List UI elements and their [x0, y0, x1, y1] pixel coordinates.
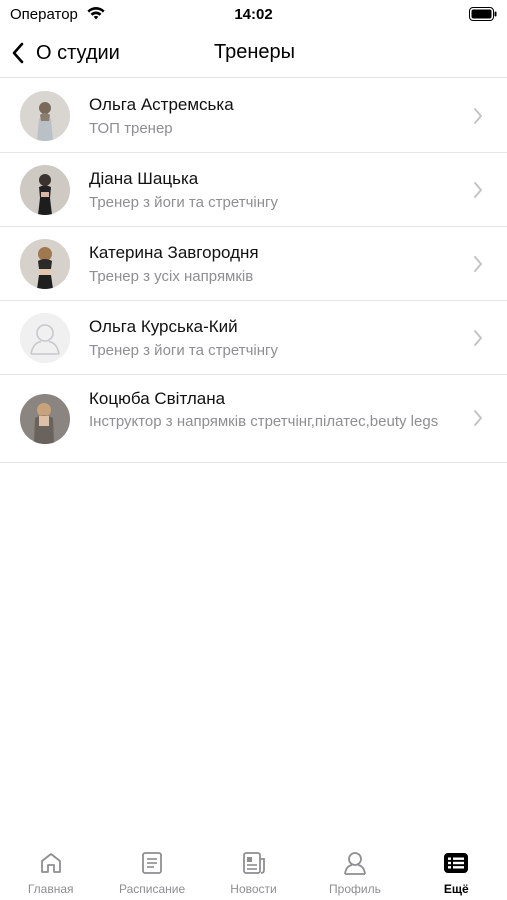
- tab-home[interactable]: Главная: [0, 840, 101, 900]
- trainer-avatar: [20, 394, 70, 444]
- chevron-right-icon: [474, 256, 482, 272]
- trainer-role: Тренер з йоги та стретчінгу: [89, 342, 278, 359]
- tab-label: Профиль: [329, 882, 381, 896]
- trainer-row[interactable]: Ольга Астремська ТОП тренер: [0, 79, 507, 153]
- chevron-right-icon: [474, 410, 482, 426]
- status-bar: Оператор 14:02: [0, 0, 507, 28]
- more-list-icon: [444, 853, 469, 873]
- tab-more[interactable]: Ещё: [406, 840, 507, 900]
- page-title: Тренеры: [213, 41, 295, 63]
- tab-bar: Главная Расписание Новости Профиль Ещё: [0, 840, 507, 900]
- chevron-right-icon: [474, 330, 482, 346]
- trainer-name: Ольга Астремська: [89, 95, 234, 114]
- tab-profile[interactable]: Профиль: [304, 840, 405, 900]
- trainer-avatar: [20, 165, 70, 215]
- trainer-row[interactable]: Діана Шацька Тренер з йоги та стретчінгу: [0, 153, 507, 227]
- tab-label: Главная: [27, 882, 74, 896]
- trainer-role: Тренер з усіх напрямків: [89, 268, 254, 285]
- trainers-screen: Оператор 14:02 О студии Тренеры Ольга Ас…: [0, 0, 507, 900]
- tab-schedule[interactable]: Расписание: [101, 840, 202, 900]
- profile-icon: [344, 852, 366, 875]
- chevron-right-icon: [474, 108, 482, 124]
- trainer-name: Коцюба Світлана: [89, 389, 226, 408]
- trainer-row[interactable]: Катерина Завгородня Тренер з усіх напрям…: [0, 227, 507, 301]
- trainer-role: ТОП тренер: [89, 120, 173, 137]
- tab-label: Новости: [230, 882, 277, 896]
- trainer-avatar: [20, 313, 70, 363]
- tab-news[interactable]: Новости: [203, 840, 304, 900]
- tab-label: Ещё: [443, 882, 469, 896]
- home-icon: [40, 853, 61, 873]
- news-icon: [242, 852, 265, 874]
- navigation-bar: О студии Тренеры: [0, 28, 507, 78]
- status-time: 14:02: [234, 6, 273, 23]
- trainer-role: Інструктор з напрямків стретчінг,пілатес…: [89, 413, 439, 430]
- trainer-name: Діана Шацька: [89, 169, 199, 188]
- schedule-icon: [142, 852, 163, 874]
- trainer-row[interactable]: Ольга Курська-Кий Тренер з йоги та стрет…: [0, 301, 507, 375]
- battery-icon: [469, 7, 497, 21]
- trainer-list: Ольга Астремська ТОП тренер Діана Шацька…: [0, 79, 507, 463]
- trainer-row[interactable]: Коцюба Світлана Інструктор з напрямків с…: [0, 375, 507, 463]
- tab-label: Расписание: [119, 882, 186, 896]
- trainer-name: Ольга Курська-Кий: [89, 317, 238, 336]
- placeholder-person-icon: [20, 313, 70, 363]
- trainer-role: Тренер з йоги та стретчінгу: [89, 194, 278, 211]
- trainer-avatar: [20, 91, 70, 141]
- trainer-avatar: [20, 239, 70, 289]
- chevron-right-icon: [474, 182, 482, 198]
- trainer-name: Катерина Завгородня: [89, 243, 259, 262]
